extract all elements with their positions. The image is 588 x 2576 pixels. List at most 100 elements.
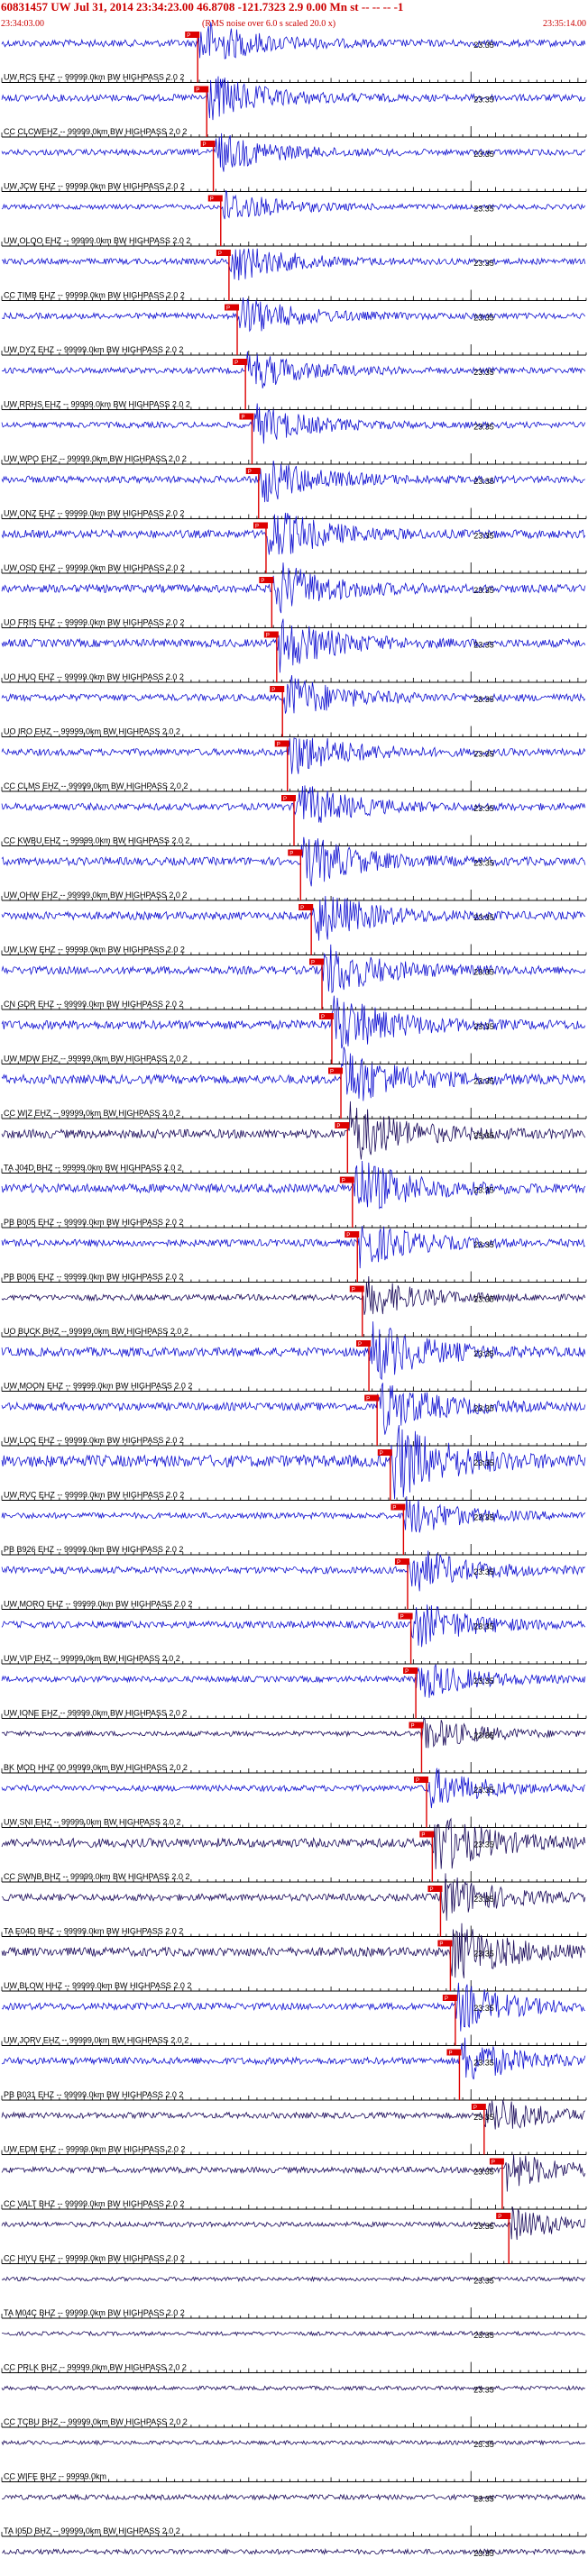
minute-marker-label: 23:35: [473, 1786, 494, 1795]
trace-label: UW LKW EHZ -- 99999.0km BW HIGHPASS 2.0 …: [4, 945, 185, 955]
minute-marker-label: 23:35: [473, 913, 494, 922]
trace-label: UW MORO EHZ -- 99999.0km BW HIGHPASS 2.0…: [4, 1600, 192, 1609]
trace-label: CC KWBU EHZ -- 99999.0km BW HIGHPASS 2.0…: [4, 836, 189, 845]
trace-label: UW OLQO EHZ -- 99999.0km BW HIGHPASS 2.0…: [4, 236, 190, 245]
trace-label: UW VIP EHZ -- 99999.0km BW HIGHPASS 2.0 …: [4, 1654, 180, 1663]
pick-label: P: [271, 688, 275, 693]
pick-label: P: [300, 906, 304, 911]
minute-marker-label: 23:35: [473, 314, 494, 323]
minute-marker-label: 23:35: [473, 2004, 494, 2013]
pick-label: P: [196, 88, 199, 94]
minute-marker-label: 23:35: [473, 2222, 494, 2231]
pick-label: P: [311, 961, 315, 966]
waveform-trace: [1, 132, 586, 172]
waveform-trace: [1, 2439, 586, 2446]
minute-marker-label: 23:35: [473, 968, 494, 977]
trace-label: CN GDR EHZ -- 99999.0km BW HIGHPASS 2.0 …: [4, 1000, 183, 1009]
minute-marker-label: 23:35: [473, 423, 494, 432]
minute-marker-label: 23:35: [473, 1295, 494, 1304]
pick-label: P: [473, 2106, 477, 2111]
pick-label: P: [187, 33, 190, 39]
waveform-trace: [1, 460, 586, 503]
minute-marker-label: 23:35: [473, 1513, 494, 1522]
trace-label: CC CLMS EHZ -- 99999.0km BW HIGHPASS 2.0…: [4, 781, 188, 790]
waveform-trace: [1, 1496, 586, 1533]
pick-label: P: [366, 1397, 370, 1402]
minute-marker-label: 23:35: [473, 1186, 494, 1195]
waveform-trace: [2, 2547, 586, 2555]
minute-marker-label: 23:35: [473, 2277, 494, 2286]
pick-label: P: [346, 1233, 350, 1238]
waveform-trace: [1, 618, 586, 673]
trace-label: PB B005 EHZ -- 99999.0km BW HIGHPASS 2.0…: [4, 1218, 183, 1227]
trace-label: UW DYZ EHZ -- 99999.0km BW HIGHPASS 2.0 …: [4, 345, 183, 354]
waveform-trace: [1, 2330, 586, 2337]
trace-label: UW ONZ EHZ -- 99999.0km BW HIGHPASS 2.0 …: [4, 509, 184, 518]
minute-marker-label: 23:35: [473, 259, 494, 268]
trace-label: UW IONE EHZ -- 99999.0km BW HIGHPASS 2.0…: [4, 1709, 187, 1718]
minute-marker-label: 23:35: [473, 586, 494, 595]
waveform-trace: [1, 2206, 586, 2241]
trace-label: UW RCS EHZ -- 99999.0km BW HIGHPASS 2.0 …: [4, 73, 184, 82]
trace-label: UW JCW EHZ -- 99999.0km BW HIGHPASS 2.0 …: [4, 182, 185, 191]
minute-marker-label: 23:35: [473, 1841, 494, 1850]
waveform-trace: [1, 1716, 586, 1749]
trace-label: TA J04D BHZ -- 99999.0km BW HIGHPASS 2.0…: [4, 1164, 182, 1173]
pick-label: P: [439, 1942, 443, 1948]
trace-label: UW WPO EHZ -- 99999.0km BW HIGHPASS 2.0 …: [4, 454, 187, 463]
minute-marker-label: 23:35: [473, 1131, 494, 1140]
pick-label: P: [358, 1342, 362, 1347]
pick-label: P: [218, 251, 222, 257]
minute-marker-label: 23:35: [473, 2549, 494, 2558]
minute-marker-label: 23:35: [473, 2331, 494, 2340]
trace-label: UW MDW EHZ -- 99999.0km BW HIGHPASS 2.0 …: [4, 1055, 188, 1064]
pick-label: P: [261, 579, 264, 584]
minute-marker-label: 23:35: [473, 2168, 494, 2177]
pick-label: P: [342, 1179, 345, 1184]
pick-label: P: [429, 1887, 433, 1893]
minute-marker-label: 23:35: [473, 1895, 494, 1904]
waveform-trace: [1, 895, 586, 941]
waveform-trace: [1, 1550, 586, 1592]
trace-label: UO IRO EHZ -- 99999.0km BW HIGHPASS 2.0 …: [4, 727, 180, 736]
trace-label: TA M04C BHZ -- 99999.0km BW HIGHPASS 2.0…: [4, 2308, 185, 2317]
seismogram-plot: 23:35 UW RCS EHZ -- 99999.0km BW HIGHPASS…: [1, 22, 587, 2558]
trace-label: CC WIFE BHZ -- 99999.0km: [4, 2472, 106, 2481]
minute-marker-label: 23:35: [473, 1950, 494, 1959]
minute-marker-label: 23:35: [473, 41, 494, 50]
waveform-trace: [1, 1226, 586, 1269]
pick-label: P: [397, 1560, 400, 1566]
waveform-trace: [1, 737, 586, 774]
pick-label: P: [410, 1724, 414, 1730]
minute-marker-label: 23:35: [473, 1458, 494, 1467]
pick-label: P: [492, 2160, 495, 2166]
waveform-trace: [1, 2275, 586, 2283]
trace-label: UW MOON EHZ -- 99999.0km BW HIGHPASS 2.0…: [4, 1382, 192, 1391]
waveform-trace: [1, 1604, 586, 1648]
pick-label: P: [405, 1669, 409, 1675]
minute-marker-label: 23:35: [473, 2495, 494, 2504]
waveform-trace: [1, 2385, 585, 2391]
trace-label: PB B031 EHZ -- 99999.0km BW HIGHPASS 2.0…: [4, 2090, 183, 2099]
minute-marker-label: 23:35: [473, 2386, 494, 2395]
trace-label: CC SWNB BHZ -- 99999.0km BW HIGHPASS 2.0…: [4, 1872, 189, 1881]
pick-label: P: [336, 1124, 340, 1129]
pick-label: P: [321, 1015, 325, 1020]
minute-marker-label: 23:35: [473, 695, 494, 704]
pick-label: P: [448, 2051, 452, 2057]
pick-label: P: [203, 142, 207, 148]
minute-marker-label: 23:35: [473, 1022, 494, 1031]
minute-marker-label: 23:35: [473, 1622, 494, 1631]
trace-label: CC HIYU EHZ -- 99999.0km BW HIGHPASS 2.0…: [4, 2254, 185, 2263]
trace-label: UW JORV EHZ -- 99999.0km BW HIGHPASS 2.0…: [4, 2036, 188, 2045]
trace-label: UW RRHS EHZ -- 99999.0km BW HIGHPASS 2.0…: [4, 400, 190, 409]
minute-marker-label: 23:35: [473, 1731, 494, 1740]
minute-marker-label: 23:35: [473, 368, 494, 377]
trace-label: UW LOC EHZ -- 99999.0km BW HIGHPASS 2.0 …: [4, 1436, 184, 1445]
minute-marker-label: 23:35: [473, 1240, 494, 1249]
trace-label: CC VALT BHZ -- 99999.0km BW HIGHPASS 2.0…: [4, 2199, 184, 2208]
trace-label: CC TCBU BHZ -- 99999.0km BW HIGHPASS 2.0…: [4, 2417, 188, 2426]
waveform-trace: [1, 22, 586, 59]
minute-marker-label: 23:35: [473, 150, 494, 159]
waveform-trace: [1, 351, 586, 388]
